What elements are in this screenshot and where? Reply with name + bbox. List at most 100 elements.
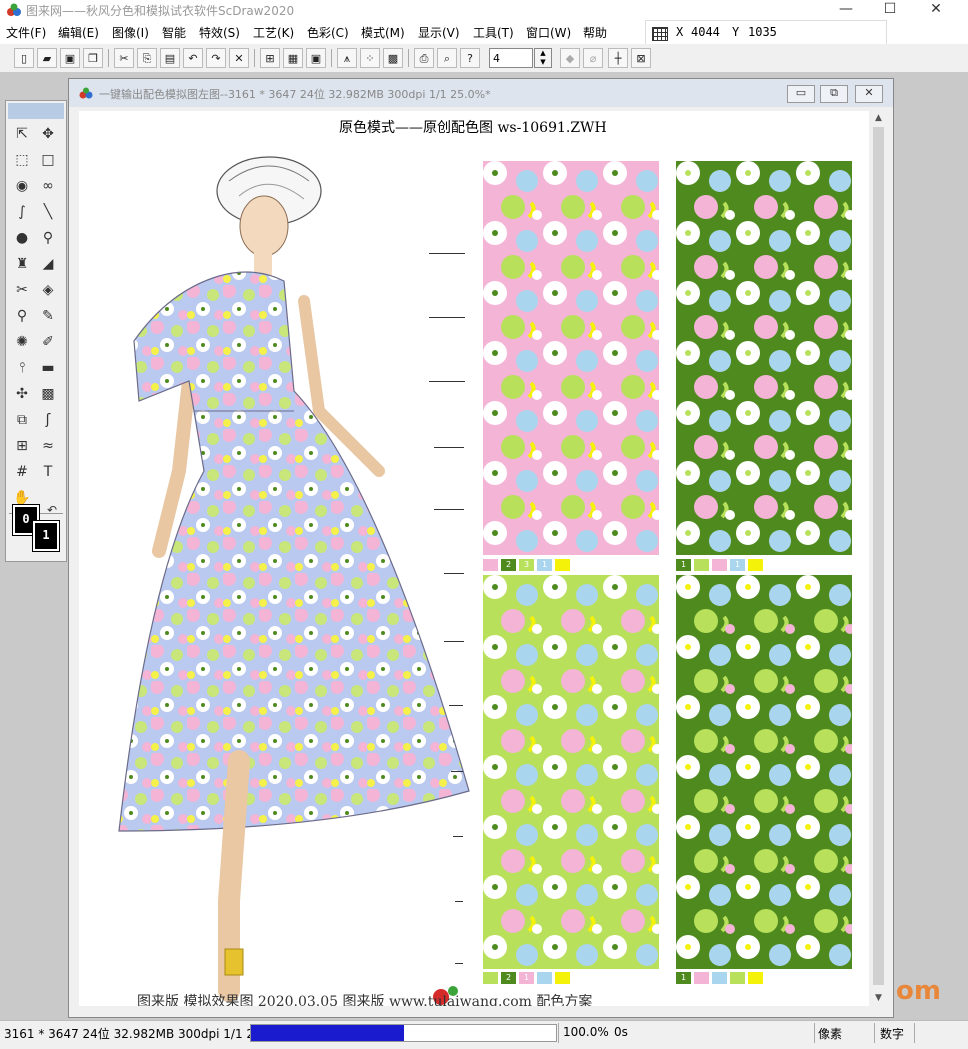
- image-icon[interactable]: ▩: [383, 48, 403, 68]
- wave-icon[interactable]: ≈: [36, 435, 60, 457]
- repeat-icon[interactable]: ⊞: [10, 435, 34, 457]
- menu-effects[interactable]: 特效(S): [199, 24, 240, 41]
- background-color-swatch[interactable]: 1: [32, 520, 60, 552]
- color-chip[interactable]: 1: [519, 972, 534, 984]
- menu-smart[interactable]: 智能: [162, 24, 186, 41]
- text-tool-icon[interactable]: T: [36, 461, 60, 483]
- tool-palette-handle[interactable]: [8, 103, 64, 119]
- stamp-icon[interactable]: ◆: [560, 48, 580, 68]
- pen-icon[interactable]: ✎: [36, 305, 60, 327]
- redo-icon[interactable]: ↷: [206, 48, 226, 68]
- menu-view[interactable]: 显示(V): [418, 24, 460, 41]
- new-file-icon[interactable]: ▯: [14, 48, 34, 68]
- scissors-icon[interactable]: ✂: [10, 279, 34, 301]
- undo-icon[interactable]: ↶: [183, 48, 203, 68]
- zoom-tool-icon[interactable]: ⚲: [10, 305, 34, 327]
- color-chip[interactable]: 2: [501, 972, 516, 984]
- line-icon[interactable]: ╲: [36, 201, 60, 223]
- color-chip[interactable]: [483, 559, 498, 571]
- knife-icon[interactable]: ⫯: [10, 357, 34, 379]
- color-chip[interactable]: [555, 559, 570, 571]
- save-icon[interactable]: ▣: [60, 48, 80, 68]
- magic-wand-icon[interactable]: ⚲: [36, 227, 60, 249]
- y-label: Y: [732, 25, 740, 39]
- menu-edit[interactable]: 编辑(E): [58, 24, 99, 41]
- menu-file[interactable]: 文件(F): [6, 24, 46, 41]
- move-select-icon[interactable]: ⇱: [10, 123, 34, 145]
- gradient-icon[interactable]: ▬: [36, 357, 60, 379]
- color-chip[interactable]: [694, 972, 709, 984]
- color-chip[interactable]: [712, 972, 727, 984]
- color-chip[interactable]: 1: [676, 972, 691, 984]
- bucket-icon[interactable]: ◈: [36, 279, 60, 301]
- color-chip[interactable]: [712, 559, 727, 571]
- color-chip[interactable]: [694, 559, 709, 571]
- doc-restore-button[interactable]: ⧉: [820, 85, 848, 103]
- color-chip[interactable]: [730, 972, 745, 984]
- scroll-up-icon[interactable]: ▲: [870, 111, 887, 126]
- ellipse-icon[interactable]: ◉: [10, 175, 34, 197]
- lasso-icon[interactable]: ∞: [36, 175, 60, 197]
- mountain-icon[interactable]: ⩚: [337, 48, 357, 68]
- close-button[interactable]: ✕: [914, 0, 958, 20]
- print-preview-icon[interactable]: ⌕: [437, 48, 457, 68]
- crosshair-icon[interactable]: ┼: [608, 48, 628, 68]
- open-folder-icon[interactable]: ▰: [37, 48, 57, 68]
- rectangle-icon[interactable]: □: [36, 149, 60, 171]
- table-icon[interactable]: ▦: [283, 48, 303, 68]
- save-all-icon[interactable]: ❐: [83, 48, 103, 68]
- color-chip[interactable]: [537, 972, 552, 984]
- doc-close-button[interactable]: ✕: [855, 85, 883, 103]
- menu-color[interactable]: 色彩(C): [307, 24, 349, 41]
- menu-help[interactable]: 帮助: [583, 24, 607, 41]
- vertical-scrollbar[interactable]: ▲ ▼: [870, 111, 887, 1006]
- eraser-icon[interactable]: ⌀: [583, 48, 603, 68]
- help-icon[interactable]: ?: [460, 48, 480, 68]
- color-chip[interactable]: 3: [519, 559, 534, 571]
- no-select-icon[interactable]: ⊠: [631, 48, 651, 68]
- copy-icon[interactable]: ⎘: [137, 48, 157, 68]
- swap-colors-icon[interactable]: ↶: [40, 499, 64, 521]
- menu-image[interactable]: 图像(I): [112, 24, 149, 41]
- layer-icon[interactable]: ⧉: [10, 409, 34, 431]
- cut-icon[interactable]: ✂: [114, 48, 134, 68]
- menu-mode[interactable]: 模式(M): [361, 24, 405, 41]
- menu-window[interactable]: 窗口(W): [526, 24, 571, 41]
- stamp-tool-icon[interactable]: ♜: [10, 253, 34, 275]
- scroll-thumb[interactable]: [873, 127, 884, 985]
- curve-icon[interactable]: ∫: [10, 201, 34, 223]
- menu-tools[interactable]: 工具(T): [473, 24, 514, 41]
- doc-minimize-button[interactable]: ▭: [787, 85, 815, 103]
- image-canvas[interactable]: 原色模式——原创配色图 ws-10691.ZWH 2 3 1 1 1 2 1 1…: [79, 111, 869, 1006]
- dots-icon[interactable]: ⁘: [360, 48, 380, 68]
- eyedropper-icon[interactable]: ✐: [36, 331, 60, 353]
- grid-icon[interactable]: ⊞: [260, 48, 280, 68]
- color-chip[interactable]: 1: [730, 559, 745, 571]
- maximize-button[interactable]: ☐: [868, 0, 912, 20]
- hash-grid-icon[interactable]: #: [10, 461, 34, 483]
- marquee-icon[interactable]: ⬚: [10, 149, 34, 171]
- texture-icon[interactable]: ✺: [10, 331, 34, 353]
- scroll-down-icon[interactable]: ▼: [870, 991, 887, 1006]
- color-chip[interactable]: [555, 972, 570, 984]
- paste-icon[interactable]: ▤: [160, 48, 180, 68]
- frame-icon[interactable]: ▣: [306, 48, 326, 68]
- eraser-tool-icon[interactable]: ◢: [36, 253, 60, 275]
- zoom-field[interactable]: [489, 48, 533, 68]
- brush-icon[interactable]: ʃ: [36, 409, 60, 431]
- color-chip[interactable]: [748, 559, 763, 571]
- color-chip[interactable]: 1: [537, 559, 552, 571]
- color-chip[interactable]: 1: [676, 559, 691, 571]
- drop-icon[interactable]: ●: [10, 227, 34, 249]
- color-chip[interactable]: [483, 972, 498, 984]
- pan-arrows-icon[interactable]: ✣: [10, 383, 34, 405]
- menu-craft[interactable]: 工艺(K): [253, 24, 294, 41]
- minimize-button[interactable]: —: [824, 0, 868, 20]
- pattern-icon[interactable]: ▩: [36, 383, 60, 405]
- color-chip[interactable]: 2: [501, 559, 516, 571]
- print-icon[interactable]: ⎙: [414, 48, 434, 68]
- delete-icon[interactable]: ✕: [229, 48, 249, 68]
- move-icon[interactable]: ✥: [36, 123, 60, 145]
- color-chip[interactable]: [748, 972, 763, 984]
- zoom-stepper[interactable]: ▲ ▼: [534, 48, 552, 68]
